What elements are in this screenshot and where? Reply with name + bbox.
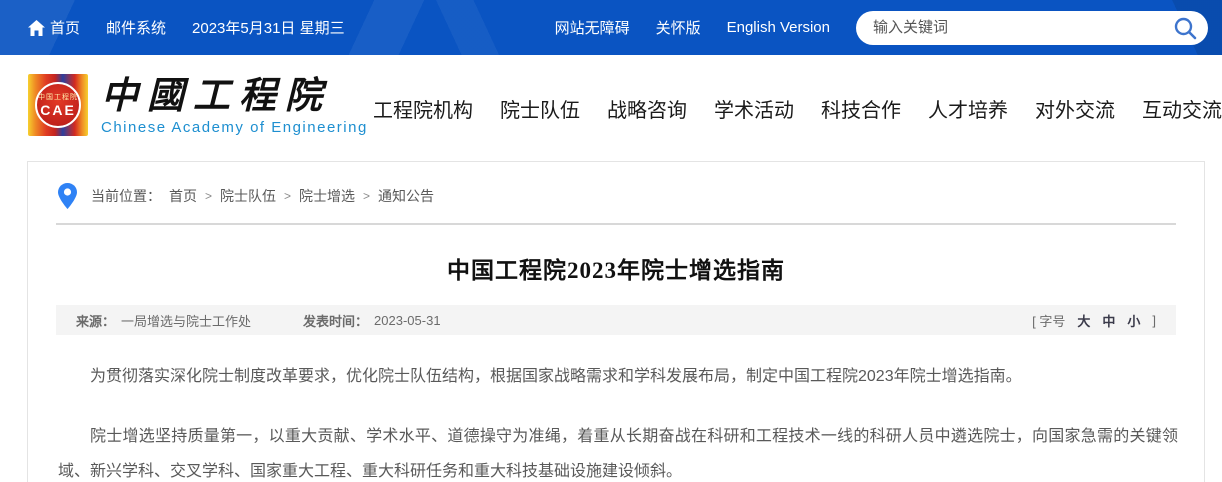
nav-item-organization[interactable]: 工程院机构	[373, 94, 473, 123]
breadcrumb: 当前位置： 首页 > 院士队伍 > 院士增选 > 通知公告	[91, 186, 434, 206]
article-meta-left: 来源： 一局增选与院士工作处 发表时间： 2023-05-31	[76, 311, 441, 330]
fontsize-prefix: [ 字号	[1032, 311, 1065, 330]
search-input[interactable]	[856, 11, 1208, 45]
breadcrumb-row: 当前位置： 首页 > 院士队伍 > 院士增选 > 通知公告	[28, 162, 1204, 223]
breadcrumb-item-home[interactable]: 首页	[169, 186, 197, 206]
home-label: 首页	[50, 17, 80, 38]
nav-item-academic-activities[interactable]: 学术活动	[714, 94, 794, 123]
breadcrumb-separator: >	[363, 189, 370, 203]
article-meta-bar: 来源： 一局增选与院士工作处 发表时间： 2023-05-31 [ 字号 大 中…	[56, 305, 1176, 335]
nav-item-external-exchange[interactable]: 对外交流	[1035, 94, 1115, 123]
accessibility-link[interactable]: 网站无障碍	[555, 17, 630, 38]
breadcrumb-divider	[56, 223, 1176, 225]
brand-text: 中國工程院 Chinese Academy of Engineering	[101, 75, 368, 136]
fontsize-medium-button[interactable]: 中	[1102, 311, 1115, 330]
care-version-link[interactable]: 关怀版	[656, 17, 701, 38]
source-label: 来源：	[76, 311, 115, 330]
publish-time-label: 发表时间：	[303, 311, 368, 330]
article-paragraph: 为贯彻落实深化院士制度改革要求，优化院士队伍结构，根据国家战略需求和学科发展布局…	[58, 359, 1178, 394]
fontsize-control: [ 字号 大 中 小 ]	[1032, 311, 1156, 330]
content-box: 当前位置： 首页 > 院士队伍 > 院士增选 > 通知公告 中国工程院2023年…	[27, 161, 1205, 482]
topbar: 首页 邮件系统 2023年5月31日 星期三 网站无障碍 关怀版 English…	[0, 0, 1222, 55]
search-icon[interactable]	[1172, 15, 1198, 46]
breadcrumb-separator: >	[284, 189, 291, 203]
mail-system-link[interactable]: 邮件系统	[106, 17, 166, 38]
fontsize-large-button[interactable]: 大	[1077, 311, 1090, 330]
home-link[interactable]: 首页	[28, 17, 80, 38]
home-icon	[28, 20, 45, 36]
current-date: 2023年5月31日 星期三	[192, 17, 345, 38]
logo-cae-text: CAE	[40, 102, 76, 118]
brand-name-en: Chinese Academy of Engineering	[101, 119, 368, 136]
fontsize-suffix: ]	[1152, 313, 1156, 328]
nav-item-academicians[interactable]: 院士队伍	[500, 94, 580, 123]
fontsize-small-button[interactable]: 小	[1127, 311, 1140, 330]
nav-item-talent-training[interactable]: 人才培养	[928, 94, 1008, 123]
location-pin-icon	[58, 183, 77, 209]
main-nav: 工程院机构 院士队伍 战略咨询 学术活动 科技合作 人才培养 对外交流 互动交流	[373, 88, 1222, 123]
brand-name-cn: 中國工程院	[101, 75, 368, 115]
brand[interactable]: 中国工程院 CAE 中國工程院 Chinese Academy of Engin…	[28, 74, 368, 136]
cae-logo-emblem: 中国工程院 CAE	[35, 82, 81, 128]
cae-logo: 中国工程院 CAE	[28, 74, 88, 136]
nav-item-tech-cooperation[interactable]: 科技合作	[821, 94, 901, 123]
logo-small-text: 中国工程院	[38, 92, 78, 102]
breadcrumb-item-election[interactable]: 院士增选	[299, 186, 355, 206]
source-value: 一局增选与院士工作处	[121, 311, 251, 330]
nav-item-strategic-consulting[interactable]: 战略咨询	[607, 94, 687, 123]
breadcrumb-label: 当前位置：	[91, 186, 161, 206]
article-paragraph: 院士增选坚持质量第一，以重大贡献、学术水平、道德操守为准绳，着重从长期奋战在科研…	[58, 419, 1178, 482]
article-title: 中国工程院2023年院士增选指南	[28, 251, 1204, 285]
topbar-right-group: 网站无障碍 关怀版 English Version	[555, 11, 1208, 45]
article-body: 为贯彻落实深化院士制度改革要求，优化院士队伍结构，根据国家战略需求和学科发展布局…	[28, 335, 1204, 482]
english-version-link[interactable]: English Version	[727, 19, 830, 36]
nav-item-interactive-exchange[interactable]: 互动交流	[1142, 94, 1222, 123]
search-box	[856, 11, 1208, 45]
topbar-left-group: 首页 邮件系统 2023年5月31日 星期三	[28, 17, 345, 38]
breadcrumb-item-notices[interactable]: 通知公告	[378, 186, 434, 206]
breadcrumb-item-academicians[interactable]: 院士队伍	[220, 186, 276, 206]
breadcrumb-separator: >	[205, 189, 212, 203]
publish-time-value: 2023-05-31	[374, 313, 441, 328]
site-header: 中国工程院 CAE 中國工程院 Chinese Academy of Engin…	[0, 55, 1222, 155]
